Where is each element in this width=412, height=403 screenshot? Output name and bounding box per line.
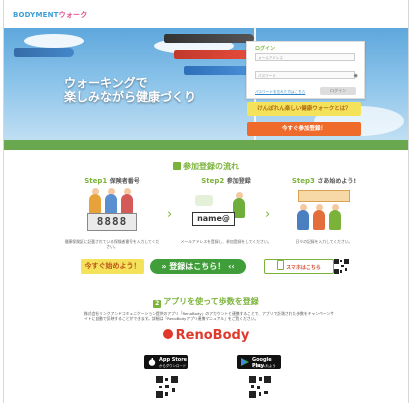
password-field[interactable]: パスワード	[255, 71, 355, 79]
about-walk-button[interactable]: けんぽれん楽しい健康ウォークとは？	[247, 102, 361, 116]
renobody-mark-icon	[162, 329, 173, 339]
person-figure	[297, 210, 309, 230]
step-2-heading: Step2 参加登録	[178, 176, 274, 185]
hero-banner: ウォーキングで 楽しみながら健康づくり ログイン メールアドレス パスワード ◉…	[4, 28, 408, 150]
person-figure	[313, 210, 325, 230]
email-field[interactable]: メールアドレス	[255, 53, 355, 61]
person-figure	[121, 194, 133, 214]
register-button[interactable]: » 登録はこちら！ ‹‹	[150, 259, 246, 274]
renobody-logo: RenoBody	[4, 328, 408, 343]
flow-section-title: 参加登録の流れ	[4, 161, 408, 172]
apple-icon	[148, 358, 156, 366]
register-label: 登録はこちら！	[169, 262, 226, 271]
app-store-badge[interactable]: App Store からダウンロード	[144, 355, 188, 369]
double-chevron-icon: »	[161, 262, 167, 271]
insurer-number-display: 8888	[87, 213, 137, 231]
koinobori-blue	[184, 66, 254, 75]
koinobori-black	[164, 34, 254, 43]
app-store-sublabel: からダウンロード	[159, 364, 187, 368]
chevron-right-icon: ›	[265, 207, 271, 222]
step-2-label: Step2	[201, 177, 225, 185]
app-description: 株式会社リンクアンドコミュニケーション提供のアプリ「RenoBody」のアカウン…	[84, 311, 335, 322]
eye-icon[interactable]: ◉	[354, 73, 358, 79]
step-3: Step3 さあ始めよう! 日々の記録を入力してください。	[276, 176, 372, 244]
smartphone-button[interactable]: スマホはこちら	[264, 259, 334, 274]
step-3-description: 日々の記録を入力してください。	[295, 239, 353, 244]
koinobori-red	[174, 50, 254, 59]
app-store-qr-code	[156, 376, 178, 398]
step-1-description: 健康保険証に記載されている保険者番号を入力してください。	[64, 239, 160, 249]
site-logo[interactable]: BODYMENTウォーク	[13, 10, 87, 20]
email-display: name@	[192, 212, 235, 226]
person-figure	[89, 194, 101, 214]
start-now-button[interactable]: 今すぐ始めよう！	[81, 259, 144, 274]
app-title-text: アプリを使って歩数を登録	[163, 297, 259, 306]
cloud-decoration	[24, 34, 84, 48]
login-panel: ログイン メールアドレス パスワード ◉ パスワードを忘れた方はこちら ログイン	[246, 41, 365, 99]
forgot-password-link[interactable]: パスワードを忘れた方はこちら	[255, 90, 305, 95]
speech-bubble	[195, 195, 213, 206]
flow-title-text: 参加登録の流れ	[183, 162, 239, 171]
catch-line-1: ウォーキングで	[64, 76, 148, 90]
smartphone-icon	[277, 260, 285, 270]
join-now-button[interactable]: 今すぐ参加登録！	[247, 122, 361, 136]
logo-text-1: BODYMENT	[13, 11, 59, 19]
step-2: Step2 参加登録 name@ メールアドレスを登録し、参加登録をしてください…	[178, 176, 274, 244]
step-2-title: 参加登録	[226, 178, 251, 185]
step-1-title: 保険者番号	[109, 178, 140, 185]
qr-code-icon[interactable]	[334, 259, 349, 274]
google-play-badge[interactable]: Google Play で手に入れよう	[237, 355, 281, 369]
step-3-heading: Step3 さあ始めよう!	[276, 176, 372, 185]
login-button[interactable]: ログイン	[320, 87, 356, 95]
start-banner	[298, 190, 350, 202]
step-1-illustration: 8888	[64, 188, 160, 236]
google-play-icon	[241, 358, 249, 366]
step-1-label: Step1	[84, 177, 108, 185]
number-badge: 2	[153, 300, 162, 308]
login-title: ログイン	[255, 46, 276, 52]
step-1-heading: Step1 保険者番号	[64, 176, 160, 185]
google-play-sublabel: で手に入れよう	[252, 364, 276, 368]
step-3-illustration	[276, 188, 372, 236]
smartphone-label: スマホはこちら	[286, 265, 321, 271]
page: BODYMENTウォーク ウォーキングで 楽しみながら健康づくり ログイン メー…	[3, 0, 409, 403]
double-chevron-left-icon: ‹‹	[228, 262, 235, 271]
logo-text-2: ウォーク	[58, 11, 88, 19]
step-1: Step1 保険者番号 8888 健康保険証に記載されている保険者番号を入力して…	[64, 176, 160, 249]
app-section-title: 2 アプリを使って歩数を登録	[4, 296, 408, 308]
hero-catchphrase: ウォーキングで 楽しみながら健康づくり	[64, 76, 196, 104]
koinobori-left	[14, 48, 74, 57]
step-3-label: Step3	[291, 177, 315, 185]
person-figure	[329, 210, 341, 230]
google-play-qr-code	[249, 376, 271, 398]
step-2-illustration: name@	[178, 188, 274, 236]
person-figure	[105, 194, 117, 214]
step-3-title: さあ始めよう!	[317, 178, 357, 185]
catch-line-2: 楽しみながら健康づくり	[64, 90, 197, 104]
chevron-right-icon: ›	[167, 207, 173, 222]
grass-strip	[4, 140, 408, 150]
step-2-description: メールアドレスを登録し、参加登録をしてください。	[180, 239, 272, 244]
steps-icon	[173, 162, 181, 170]
renobody-brand-text: RenoBody	[175, 328, 250, 343]
header-bar: BODYMENTウォーク	[4, 0, 408, 28]
